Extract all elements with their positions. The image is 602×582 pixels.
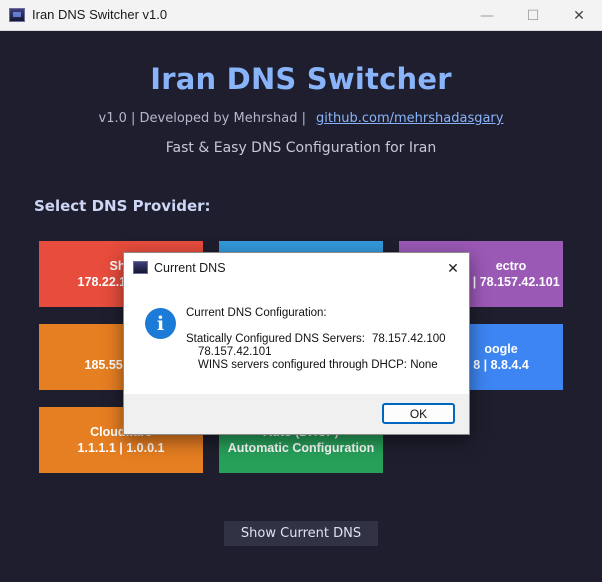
dialog-close-button[interactable]: ✕	[442, 257, 464, 279]
current-dns-dialog: Current DNS ✕ i Current DNS Configuratio…	[123, 252, 470, 435]
credits-line: v1.0 | Developed by Mehrshad | github.com…	[0, 111, 602, 126]
app-icon	[133, 261, 148, 274]
app-icon	[9, 8, 25, 22]
info-icon: i	[145, 308, 176, 339]
tagline: Fast & Easy DNS Configuration for Iran	[165, 140, 437, 156]
ok-button[interactable]: OK	[382, 403, 455, 424]
dialog-titlebar: Current DNS ✕	[124, 253, 469, 283]
wins-line: WINS servers configured through DHCP: No…	[198, 359, 438, 371]
show-current-dns-button[interactable]: Show Current DNS	[224, 521, 378, 546]
section-label: Select DNS Provider:	[34, 197, 211, 215]
dialog-footer: OK	[124, 394, 469, 434]
static-dns-label: Statically Configured DNS Servers:	[186, 333, 365, 345]
maximize-button[interactable]: ☐	[510, 0, 556, 31]
dialog-heading: Current DNS Configuration:	[186, 307, 327, 319]
dialog-body: i Current DNS Configuration: Statically …	[124, 283, 469, 394]
app-title: Iran DNS Switcher	[150, 62, 452, 96]
static-dns-secondary: 78.157.42.101	[198, 346, 272, 358]
window-titlebar: Iran DNS Switcher v1.0 — ☐ ✕	[0, 0, 602, 31]
dialog-message: Current DNS Configuration: Statically Co…	[186, 307, 446, 372]
provider-servers: Automatic Configuration	[227, 441, 375, 455]
github-link[interactable]: github.com/mehrshadasgary	[316, 111, 503, 126]
dialog-title: Current DNS	[154, 261, 226, 275]
credits-text: v1.0 | Developed by Mehrshad |	[98, 111, 307, 126]
close-button[interactable]: ✕	[556, 0, 602, 31]
window-title: Iran DNS Switcher v1.0	[32, 7, 168, 22]
provider-servers: 1.1.1.1 | 1.0.0.1	[77, 441, 165, 455]
static-dns-primary: 78.157.42.100	[372, 333, 446, 345]
static-dns-line: Statically Configured DNS Servers: 78.157…	[186, 333, 446, 346]
minimize-button[interactable]: —	[464, 0, 510, 31]
